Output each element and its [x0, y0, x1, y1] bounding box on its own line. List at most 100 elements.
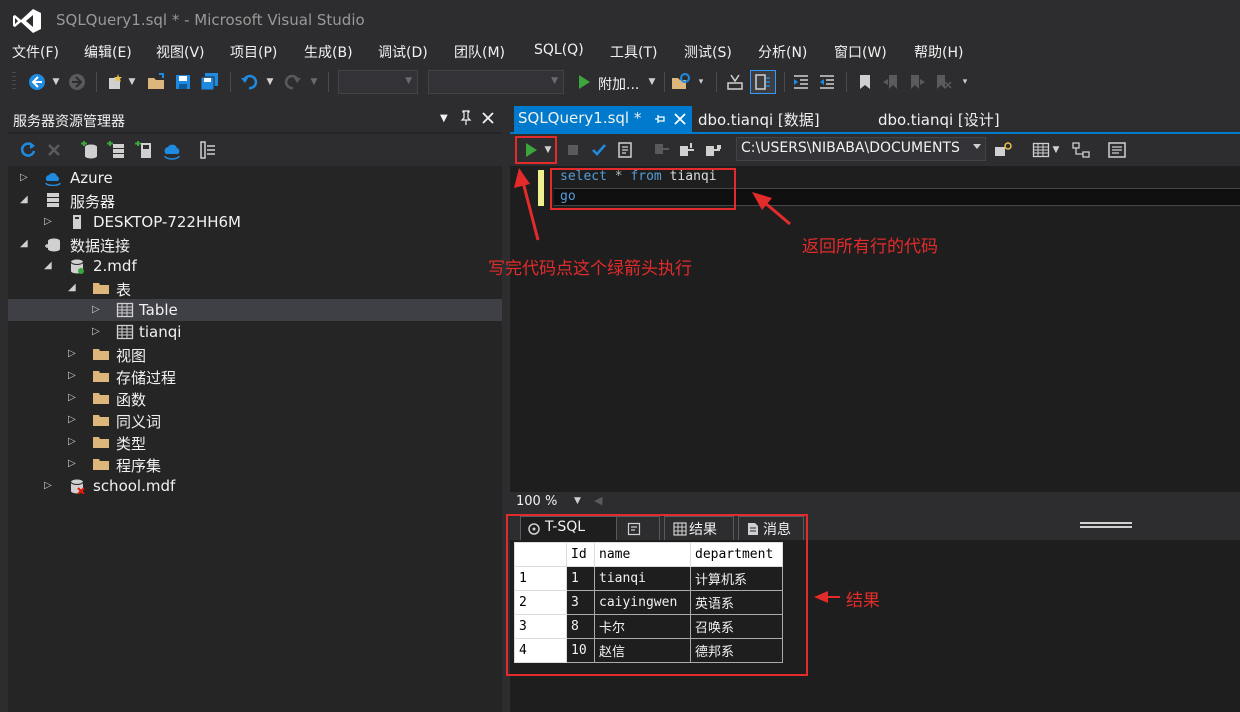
disconnect-icon[interactable] — [702, 139, 724, 161]
properties-icon[interactable] — [198, 140, 218, 160]
undo-icon[interactable] — [238, 70, 260, 94]
navigate-back-icon[interactable] — [26, 70, 48, 94]
properties-window-icon[interactable] — [750, 70, 776, 94]
execute-dropdown-icon[interactable]: ▼ — [542, 139, 554, 161]
cell-name[interactable]: tianqi — [594, 566, 691, 591]
tree-node-2mdf[interactable]: ◢ 2.mdf — [8, 255, 502, 277]
find-in-files-icon[interactable] — [670, 70, 692, 94]
save-all-icon[interactable] — [198, 70, 222, 94]
cell-name[interactable]: caiyingwen — [594, 590, 691, 615]
toolbar-grip[interactable] — [12, 72, 16, 92]
tab-tianqi-design[interactable]: dbo.tianqi [设计] — [876, 106, 1026, 132]
save-icon[interactable] — [172, 70, 194, 94]
tree-node-table[interactable]: ▷ Table — [8, 299, 502, 321]
sqlcmd-mode-icon[interactable] — [992, 139, 1014, 161]
expand-arrow-icon[interactable]: ▷ — [68, 369, 80, 383]
menu-file[interactable]: 文件(F) — [12, 42, 59, 62]
connect-to-azure-icon[interactable] — [162, 140, 182, 160]
menu-team[interactable]: 团队(M) — [454, 42, 505, 62]
display-estimated-plan-icon[interactable] — [614, 139, 636, 161]
execute-play-icon[interactable] — [520, 139, 542, 161]
tree-node-school-mdf[interactable]: ▷ school.mdf — [8, 475, 502, 497]
cell-id[interactable]: 8 — [566, 614, 595, 639]
expand-arrow-icon[interactable]: ▷ — [92, 303, 104, 317]
menu-test[interactable]: 测试(S) — [684, 42, 732, 62]
tree-node-azure[interactable]: ▷ Azure — [8, 167, 502, 189]
grid-corner[interactable] — [514, 542, 567, 567]
cell-name[interactable]: 赵信 — [594, 638, 691, 663]
menu-tools[interactable]: 工具(T) — [610, 42, 657, 62]
indent-icon[interactable] — [790, 70, 812, 94]
expand-arrow-icon[interactable]: ▷ — [20, 171, 32, 185]
tree-node-assemblies[interactable]: ▷ 程序集 — [8, 453, 502, 475]
close-icon[interactable] — [482, 110, 494, 128]
menu-project[interactable]: 项目(P) — [230, 42, 277, 62]
column-header-department[interactable]: department — [690, 542, 783, 567]
tree-node-types[interactable]: ▷ 类型 — [8, 431, 502, 453]
row-number[interactable]: 3 — [514, 614, 567, 639]
tree-node-functions[interactable]: ▷ 函数 — [8, 387, 502, 409]
tree-node-stored-procedures[interactable]: ▷ 存储过程 — [8, 365, 502, 387]
change-connection-icon[interactable] — [676, 139, 698, 161]
sql-code-editor[interactable]: select * from tianqi go — [510, 166, 1240, 492]
attach-button-label[interactable]: 附加... — [598, 74, 639, 94]
expand-arrow-icon[interactable]: ▷ — [44, 479, 56, 493]
expand-arrow-icon[interactable]: ▷ — [68, 435, 80, 449]
expand-arrow-icon[interactable]: ▷ — [68, 391, 80, 405]
tab-tsql[interactable]: T-SQL — [520, 516, 620, 540]
zoom-level[interactable]: 100 % — [516, 494, 557, 509]
cell-name[interactable]: 卡尔 — [594, 614, 691, 639]
connect-icon[interactable] — [650, 139, 672, 161]
pin-icon[interactable] — [654, 113, 666, 125]
connect-to-sharepoint-icon[interactable] — [134, 140, 154, 160]
zoom-dropdown-icon[interactable]: ▼ — [574, 496, 581, 506]
tree-node-tables[interactable]: ◢ 表 — [8, 277, 502, 299]
table-row[interactable]: 3 8 卡尔 召唤系 — [514, 614, 783, 639]
cancel-query-icon[interactable] — [562, 139, 584, 161]
collapse-arrow-icon[interactable]: ◢ — [44, 259, 56, 273]
tree-node-servers[interactable]: ◢ 服务器 — [8, 189, 502, 211]
new-dropdown-icon[interactable]: ▼ — [127, 70, 137, 94]
include-execution-plan-icon[interactable] — [1070, 139, 1092, 161]
outdent-icon[interactable] — [816, 70, 838, 94]
start-attach-play-icon[interactable] — [574, 70, 594, 94]
menu-help[interactable]: 帮助(H) — [914, 42, 963, 62]
connect-to-server-icon[interactable] — [106, 140, 126, 160]
tab-tianqi-data[interactable]: dbo.tianqi [数据] — [696, 106, 846, 132]
query-options-icon[interactable] — [1106, 139, 1128, 161]
tree-node-views[interactable]: ▷ 视图 — [8, 343, 502, 365]
tree-node-desktop[interactable]: ▷ DESKTOP-722HH6M — [8, 211, 502, 233]
menu-window[interactable]: 窗口(W) — [834, 42, 887, 62]
overflow-icon[interactable]: ▾ — [958, 70, 972, 94]
tab-messages[interactable]: 消息 — [738, 516, 804, 540]
solution-configurations-combo[interactable]: ▼ — [338, 70, 418, 94]
collapse-arrow-icon[interactable]: ◢ — [20, 193, 32, 207]
collapse-arrow-icon[interactable]: ◢ — [68, 281, 80, 295]
attach-dropdown-icon[interactable]: ▼ — [646, 70, 658, 94]
menu-debug[interactable]: 调试(D) — [378, 42, 428, 62]
row-number[interactable]: 2 — [514, 590, 567, 615]
overflow-icon[interactable]: ▾ — [694, 70, 708, 94]
column-header-id[interactable]: Id — [566, 542, 595, 567]
bookmark-icon[interactable] — [854, 70, 876, 94]
navigate-forward-icon[interactable] — [66, 70, 88, 94]
menu-build[interactable]: 生成(B) — [304, 42, 353, 62]
connect-to-database-icon[interactable] — [80, 140, 100, 160]
solution-platforms-combo[interactable]: ▼ — [428, 70, 564, 94]
cell-id[interactable]: 1 — [566, 566, 595, 591]
results-dropdown-icon[interactable]: ▼ — [1050, 139, 1062, 161]
cell-department[interactable]: 德邦系 — [690, 638, 783, 663]
tree-node-data-connections[interactable]: ◢ 数据连接 — [8, 233, 502, 255]
expand-arrow-icon[interactable]: ▷ — [44, 215, 56, 229]
open-file-icon[interactable] — [146, 70, 168, 94]
clear-bookmarks-icon[interactable] — [932, 70, 954, 94]
scroll-left-icon[interactable]: ◀ — [594, 494, 602, 507]
row-number[interactable]: 1 — [514, 566, 567, 591]
table-row[interactable]: 4 10 赵信 德邦系 — [514, 638, 783, 663]
back-dropdown-icon[interactable]: ▼ — [50, 70, 62, 94]
menu-edit[interactable]: 编辑(E) — [84, 42, 132, 62]
redo-icon[interactable] — [282, 70, 304, 94]
collapse-arrow-icon[interactable]: ◢ — [20, 237, 32, 251]
cell-id[interactable]: 10 — [566, 638, 595, 663]
pin-icon[interactable] — [460, 110, 472, 130]
